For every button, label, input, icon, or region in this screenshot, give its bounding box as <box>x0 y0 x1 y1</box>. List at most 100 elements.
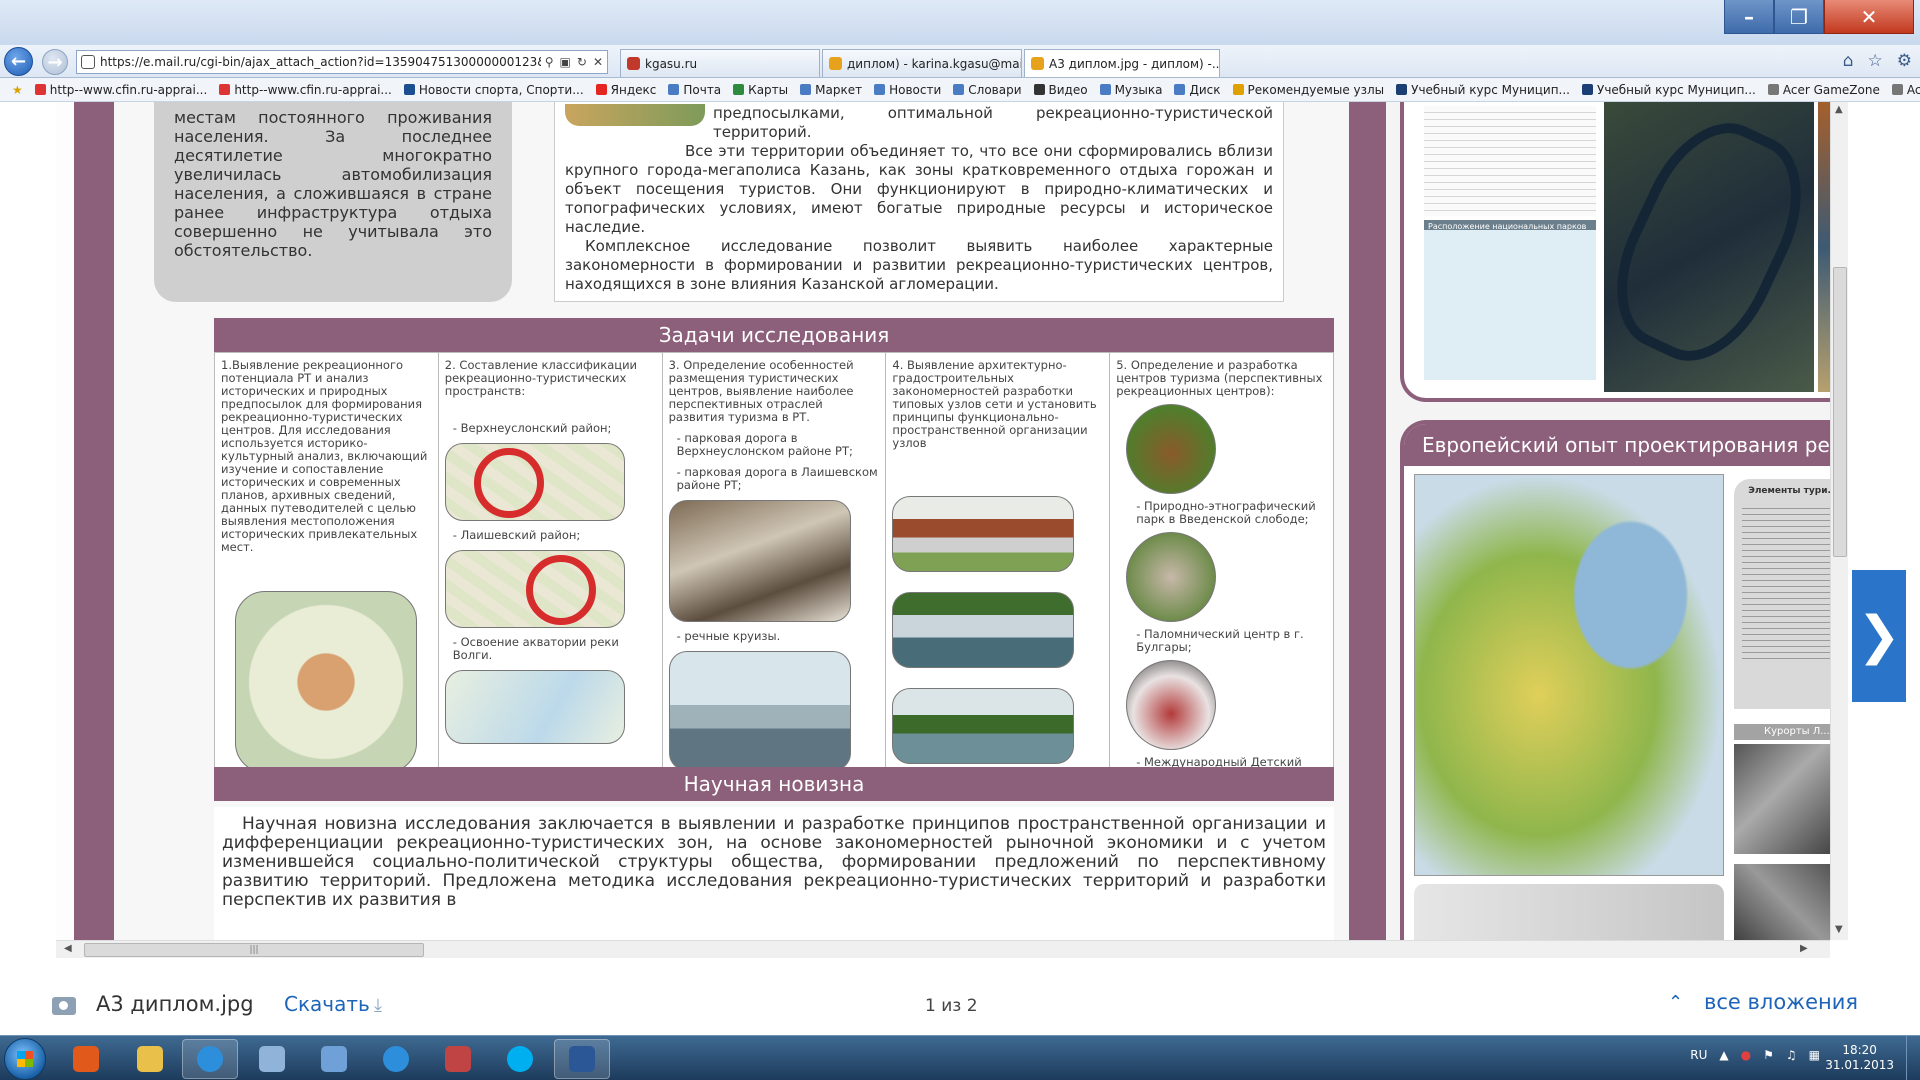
volume-icon[interactable]: ♫ <box>1786 1048 1797 1062</box>
favorites-star-icon[interactable]: ☆ <box>1868 51 1883 71</box>
favorite-link[interactable]: Acer GameZone <box>1767 83 1880 97</box>
tab-favicon-icon <box>627 57 640 70</box>
refresh-icon[interactable]: ↻ <box>577 55 587 69</box>
minimize-button[interactable]: – <box>1724 0 1774 34</box>
favorite-link[interactable]: Почта <box>668 83 721 97</box>
stop-icon[interactable]: ✕ <box>593 55 603 69</box>
taskbar-internet-explorer[interactable] <box>182 1039 238 1079</box>
historic-map-image <box>235 591 417 773</box>
windows-taskbar: RU ▲ ● ⚑ ♫ ▦ 18:20 31.01.2013 <box>0 1035 1920 1080</box>
horizontal-scrollbar[interactable]: ◀ ||| ▶ <box>56 940 1830 958</box>
favorite-label: Видео <box>1048 82 1088 97</box>
site-favicon-icon <box>81 55 95 69</box>
intro-thumbnail <box>565 104 705 126</box>
favorites-add-icon[interactable]: ★ <box>12 83 23 97</box>
favorite-link[interactable]: Рекомендуемые узлы <box>1232 83 1384 97</box>
task-5-item-2: - Паломнический центр в г. Булгары; <box>1136 627 1304 654</box>
maximize-button[interactable]: ❐ <box>1774 0 1824 34</box>
houseboat-photo <box>892 592 1075 668</box>
favorite-label: http--www.cfin.ru-apprai... <box>49 82 208 97</box>
taskbar-word[interactable] <box>554 1039 610 1079</box>
close-window-button[interactable]: ✕ <box>1824 0 1914 34</box>
taskbar-media-player[interactable] <box>58 1039 114 1079</box>
task-2-item-2: - Лаишевский район; <box>452 528 581 542</box>
favorite-link[interactable]: Словари <box>953 83 1022 97</box>
taskbar-skype[interactable] <box>492 1039 548 1079</box>
back-button[interactable]: ← <box>4 47 33 76</box>
task-4-text: 4. Выявление архитектурно-градостроитель… <box>892 358 1097 450</box>
task-column-4: 4. Выявление архитектурно-градостроитель… <box>886 353 1111 786</box>
download-link[interactable]: Скачать <box>284 992 370 1016</box>
favicon-icon <box>953 84 965 95</box>
network-status-icon[interactable]: ▦ <box>1809 1048 1820 1062</box>
vertical-scroll-thumb[interactable] <box>1833 267 1847 557</box>
taskbar-network[interactable] <box>430 1039 486 1079</box>
favorite-link[interactable]: Маркет <box>800 83 862 97</box>
tray-flag-icon[interactable]: ⚑ <box>1763 1048 1774 1062</box>
horizontal-scroll-thumb[interactable]: ||| <box>84 943 424 957</box>
scroll-left-icon[interactable]: ◀ <box>64 943 72 954</box>
favicon-icon <box>1582 84 1593 95</box>
favorite-link[interactable]: Acer <box>1891 83 1920 97</box>
taskbar-internet-explorer-2[interactable] <box>368 1039 424 1079</box>
favorite-link[interactable]: Учебный курс Муницип... <box>1582 83 1756 97</box>
file-name: А3 диплом.jpg <box>96 992 254 1016</box>
language-indicator[interactable]: RU <box>1690 1048 1707 1062</box>
clock[interactable]: 18:20 31.01.2013 <box>1825 1043 1894 1073</box>
task-column-1: 1.Выявление рекреационного потенциала РТ… <box>215 353 439 786</box>
poster-image[interactable]: местам постоянного проживания населения.… <box>56 102 1848 940</box>
favicon-icon <box>1767 84 1779 95</box>
favorite-link[interactable]: Музыка <box>1099 83 1162 97</box>
poster-intro-box: предпосылками, оптимальной рекреационно-… <box>554 102 1284 302</box>
poster-content: местам постоянного проживания населения.… <box>114 102 1349 940</box>
favorite-link[interactable]: Яндекс <box>595 83 656 97</box>
taskbar-explorer[interactable] <box>122 1039 178 1079</box>
poster-right-panel: Расположение национальных парков Канады … <box>1386 102 1848 940</box>
favorite-link[interactable]: Карты <box>733 83 788 97</box>
tab-attachment[interactable]: А3 диплом.jpg - диплом) -... ✕ <box>1024 49 1220 77</box>
tool-icon <box>259 1046 285 1072</box>
address-bar[interactable]: https://e.mail.ru/cgi-bin/ajax_attach_ac… <box>76 50 608 74</box>
start-button[interactable] <box>4 1038 46 1080</box>
favorite-link[interactable]: http--www.cfin.ru-apprai... <box>219 83 392 97</box>
favorite-link[interactable]: Новости <box>874 83 941 97</box>
children-center-photo <box>1126 660 1217 750</box>
favorite-link[interactable]: Новости спорта, Спорти... <box>403 83 584 97</box>
vertical-scrollbar[interactable]: ▲ ▼ <box>1830 102 1848 940</box>
favorite-link[interactable]: Видео <box>1033 82 1088 97</box>
forward-button[interactable]: → <box>42 49 68 75</box>
settings-gear-icon[interactable]: ⚙ <box>1897 51 1912 71</box>
scroll-up-icon[interactable]: ▲ <box>1835 104 1843 115</box>
favorite-label: Маркет <box>815 82 863 97</box>
lock-icon[interactable]: ▣ <box>560 55 571 69</box>
home-icon[interactable]: ⌂ <box>1843 51 1854 71</box>
task-3-text: 3. Определение особенностей размещения т… <box>668 358 854 424</box>
scroll-right-icon[interactable]: ▶ <box>1800 943 1808 954</box>
taskbar-mail[interactable] <box>306 1039 362 1079</box>
download-icon[interactable]: ⤓ <box>374 995 382 1016</box>
bottom-thumbnails <box>1414 884 1724 940</box>
media-player-icon <box>73 1046 99 1072</box>
next-image-button[interactable]: ❯ <box>1852 570 1906 702</box>
tab-mail[interactable]: диплом) - karina.kgasu@mail.... <box>822 49 1022 77</box>
taskbar-tool[interactable] <box>244 1039 300 1079</box>
search-icon[interactable]: ⚲ <box>545 55 554 69</box>
favorite-link[interactable]: Учебный курс Муницип... <box>1396 83 1570 97</box>
favorite-link[interactable]: http--www.cfin.ru-apprai... <box>34 82 208 97</box>
all-attachments-link[interactable]: все вложения <box>1704 990 1858 1014</box>
folder-icon <box>137 1046 163 1072</box>
favorite-link[interactable]: Диск <box>1174 83 1221 97</box>
chevron-up-icon[interactable]: ⌃ <box>1668 992 1683 1013</box>
address-url[interactable]: https://e.mail.ru/cgi-bin/ajax_attach_ac… <box>100 55 541 69</box>
internet-explorer-icon <box>383 1046 409 1072</box>
internet-explorer-icon <box>197 1046 223 1072</box>
tray-antivirus-icon[interactable]: ● <box>1741 1048 1751 1062</box>
tray-chevron-icon[interactable]: ▲ <box>1719 1048 1728 1062</box>
tab-kgasu[interactable]: kgasu.ru <box>620 49 820 77</box>
show-desktop-button[interactable] <box>1906 1036 1920 1080</box>
clock-date: 31.01.2013 <box>1825 1058 1894 1072</box>
favicon-icon <box>34 84 46 95</box>
favicon-icon <box>874 84 886 95</box>
scroll-down-icon[interactable]: ▼ <box>1835 924 1843 935</box>
riverbank-photo <box>892 688 1075 764</box>
